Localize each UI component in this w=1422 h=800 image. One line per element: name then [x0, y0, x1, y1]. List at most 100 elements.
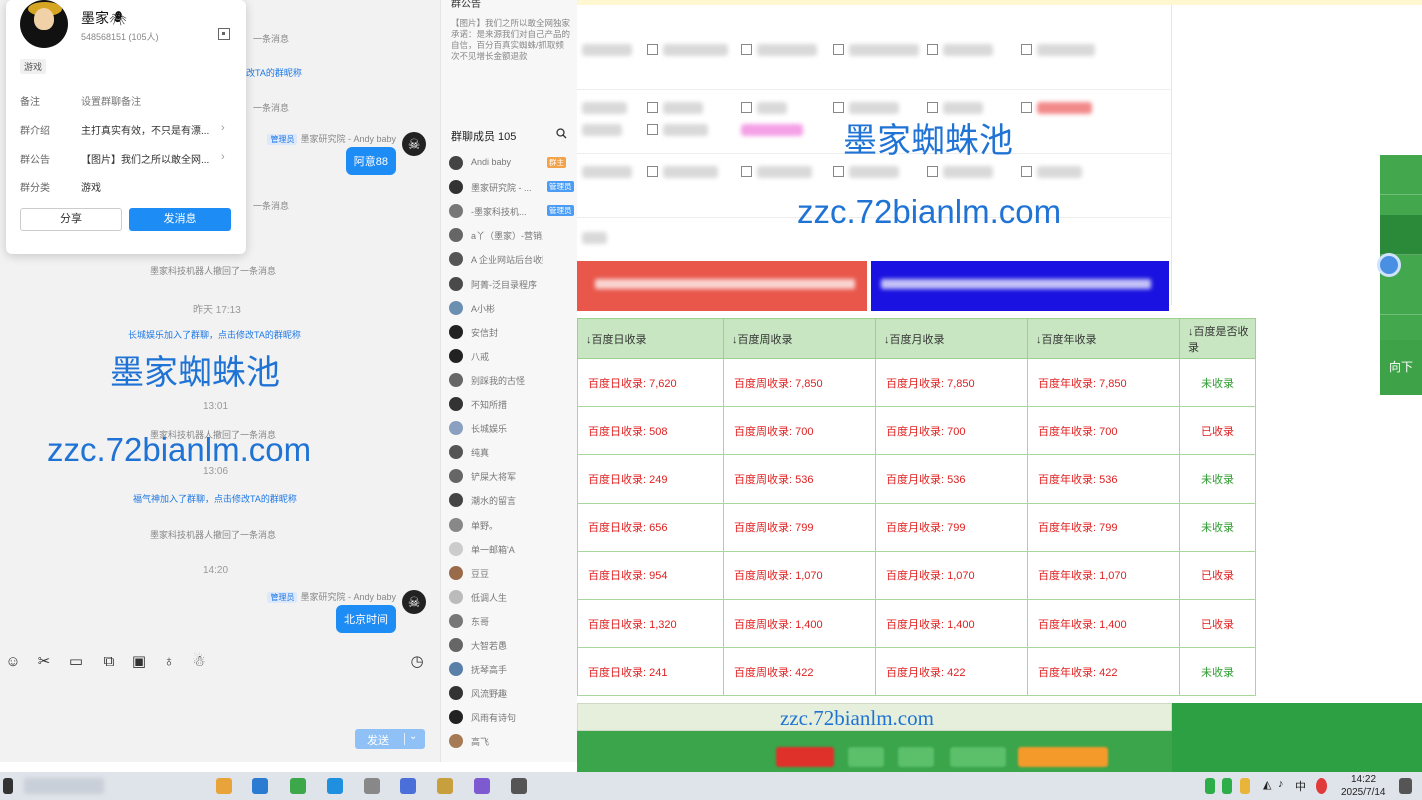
card-row-remark[interactable]: 备注 设置群聊备注 [20, 93, 232, 108]
filter-checkbox[interactable] [927, 44, 938, 55]
tray-icon[interactable] [1316, 778, 1327, 794]
app-icon[interactable] [290, 778, 306, 794]
column-header[interactable]: ↓百度周收录 [723, 318, 876, 359]
clock-date[interactable]: 2025/7/14 [1341, 787, 1386, 798]
rename-link[interactable]: 点击修改TA的群昵称 [214, 494, 297, 504]
card-row-notice[interactable]: 群公告 【图片】我们之所以敢全网... › [20, 151, 232, 166]
message-bubble[interactable]: 阿意88 [345, 147, 396, 175]
wechat-tray-icon[interactable] [1222, 778, 1232, 794]
file-explorer-icon[interactable] [216, 778, 232, 794]
share-button[interactable]: 分享 [20, 208, 122, 231]
app-icon[interactable] [400, 778, 416, 794]
history-clock-icon[interactable]: ◷ [407, 652, 427, 672]
member-item[interactable]: -墨家科技机... 管理员 [449, 202, 577, 220]
robot-icon[interactable]: ☃ [189, 652, 209, 672]
card-row-intro[interactable]: 群介绍 主打真实有效，不只是有漂... › [20, 122, 232, 137]
sender-avatar[interactable]: ☠ [402, 132, 426, 156]
scroll-down-button[interactable]: 向下 [1380, 340, 1422, 395]
notification-icon[interactable] [1399, 778, 1412, 794]
message-bubble[interactable]: 北京时间 [336, 605, 396, 633]
volume-icon[interactable]: ♪ [1278, 778, 1284, 790]
member-item[interactable]: 低调人生 [449, 588, 577, 606]
member-item[interactable]: 风雨有诗句 [449, 708, 577, 726]
member-item[interactable]: A 企业网站后台收购 [449, 250, 577, 268]
member-item[interactable]: 大智若愚 [449, 636, 577, 654]
notice-body[interactable]: 【图片】我们之所以敢全网独家承诺：是来源我们对自己产品的自信，百分百真实蜘蛛/抓… [451, 18, 571, 62]
app-icon[interactable] [474, 778, 490, 794]
member-item[interactable]: 不知所措 [449, 395, 577, 413]
filter-checkbox[interactable] [647, 44, 658, 55]
folder-icon[interactable]: ▭ [66, 652, 86, 672]
member-item[interactable]: A小彬 [449, 299, 577, 317]
filter-checkbox[interactable] [833, 44, 844, 55]
app-icon[interactable] [511, 778, 527, 794]
member-item[interactable]: 铲屎大将军 [449, 467, 577, 485]
member-item[interactable]: 别踩我的古怪 [449, 371, 577, 389]
promo-banner-blue[interactable] [871, 261, 1169, 311]
filter-checkbox[interactable] [647, 102, 658, 113]
app-icon[interactable] [252, 778, 268, 794]
app-icon[interactable] [364, 778, 380, 794]
group-avatar[interactable] [20, 0, 68, 48]
app-icon[interactable] [437, 778, 453, 794]
member-item[interactable]: 八戒 [449, 347, 577, 365]
emoji-icon[interactable]: ☺ [3, 652, 23, 672]
input-language[interactable]: 中 [1295, 778, 1306, 794]
filter-checkbox[interactable] [741, 166, 752, 177]
member-item[interactable]: 单一邮箱'A [449, 540, 577, 558]
microphone-icon[interactable]: ♁ [159, 652, 179, 672]
member-item[interactable]: 豆豆 [449, 564, 577, 582]
filter-checkbox[interactable] [833, 166, 844, 177]
column-header[interactable]: ↓百度年收录 [1027, 318, 1180, 359]
filter-checkbox[interactable] [647, 166, 658, 177]
calendar-icon[interactable]: ▣ [129, 652, 149, 672]
card-row-category[interactable]: 群分类 游戏 [20, 179, 232, 194]
filter-checkbox[interactable] [927, 102, 938, 113]
footer-button[interactable] [950, 747, 1006, 767]
filter-checkbox[interactable] [833, 102, 844, 113]
side-float-button[interactable] [1380, 215, 1422, 255]
qr-code-icon[interactable] [218, 28, 230, 40]
screenshot-icon[interactable]: ⧉ [99, 652, 119, 672]
network-icon[interactable]: ◭ [1263, 778, 1271, 791]
filter-checkbox[interactable] [1021, 102, 1032, 113]
scissors-icon[interactable]: ✂ [34, 652, 54, 672]
member-item[interactable]: 高飞 [449, 732, 577, 750]
column-header[interactable]: ↓百度月收录 [875, 318, 1028, 359]
filter-checkbox[interactable] [1021, 166, 1032, 177]
send-message-button[interactable]: 发消息 [129, 208, 231, 231]
side-float-button[interactable] [1380, 275, 1422, 315]
member-item[interactable]: Andi baby 群主 [449, 154, 577, 172]
member-item[interactable]: 墨家研究院 - ... 管理员 [449, 178, 577, 196]
filter-checkbox[interactable] [647, 124, 658, 135]
start-icon[interactable] [3, 778, 13, 794]
member-item[interactable]: 潮水的留言 [449, 491, 577, 509]
settings-gear-icon[interactable] [1377, 253, 1401, 277]
filter-checkbox[interactable] [927, 166, 938, 177]
column-header[interactable]: ↓百度日收录 [577, 318, 724, 359]
member-item[interactable]: 安信封 [449, 323, 577, 341]
tray-icon[interactable] [1240, 778, 1250, 794]
app-icon[interactable] [327, 778, 343, 794]
member-item[interactable]: 抚琴高手 [449, 660, 577, 678]
rename-link[interactable]: 点击修改TA的群昵称 [218, 330, 301, 340]
search-icon[interactable] [556, 128, 567, 139]
member-item[interactable]: 风流野趣 [449, 684, 577, 702]
sender-avatar[interactable]: ☠ [402, 590, 426, 614]
footer-button[interactable] [848, 747, 884, 767]
filter-checkbox[interactable] [1021, 44, 1032, 55]
send-button[interactable]: 发送 ⌄ [355, 729, 425, 749]
chevron-down-icon[interactable]: ⌄ [409, 731, 417, 742]
member-item[interactable]: 单野。 [449, 516, 577, 534]
member-item[interactable]: a丫（墨家）-营销鬼才 [449, 226, 577, 244]
search-box[interactable] [24, 778, 104, 794]
side-float-button[interactable] [1380, 155, 1422, 195]
filter-checkbox[interactable] [741, 102, 752, 113]
rename-link[interactable]: 改TA的群昵称 [246, 68, 302, 78]
footer-button[interactable] [898, 747, 934, 767]
wechat-tray-icon[interactable] [1205, 778, 1215, 794]
member-item[interactable]: 长城娱乐 [449, 419, 577, 437]
footer-button[interactable] [1018, 747, 1108, 767]
filter-checkbox[interactable] [741, 44, 752, 55]
column-header[interactable]: ↓百度是否收录 [1179, 318, 1256, 359]
